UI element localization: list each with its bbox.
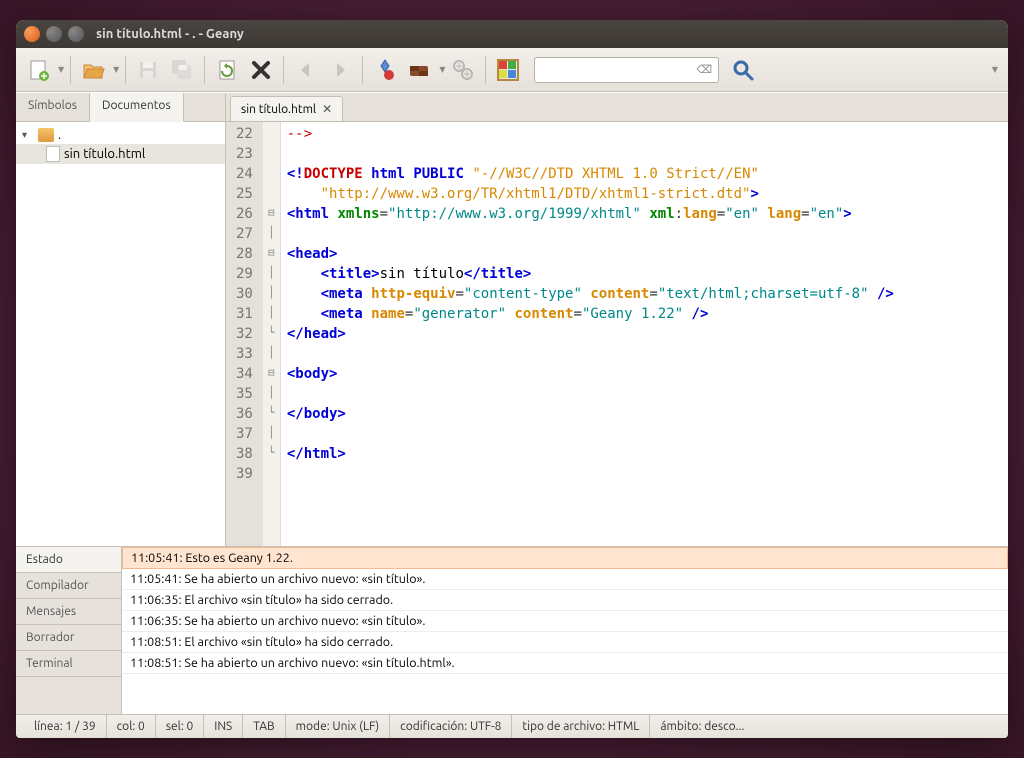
search-field[interactable]	[541, 63, 696, 77]
message-tab-compilador[interactable]: Compilador	[16, 573, 121, 599]
message-tabs: EstadoCompiladorMensajesBorradorTerminal	[16, 547, 122, 714]
titlebar[interactable]: sin título.html - . - Geany	[16, 20, 1008, 48]
main-area: Símbolos Documentos ▾ . sin título.html …	[16, 92, 1008, 546]
status-line: línea: 1 / 39	[24, 715, 107, 738]
maximize-icon[interactable]	[68, 26, 84, 42]
message-row[interactable]: 11:08:51: Se ha abierto un archivo nuevo…	[122, 653, 1008, 674]
message-panel: EstadoCompiladorMensajesBorradorTerminal…	[16, 546, 1008, 714]
document-tabs: sin título.html ✕	[226, 93, 1008, 122]
tree-file-row[interactable]: sin título.html	[16, 144, 225, 164]
message-tab-mensajes[interactable]: Mensajes	[16, 599, 121, 625]
save-button[interactable]	[132, 54, 164, 86]
message-row[interactable]: 11:08:51: El archivo «sin título» ha sid…	[122, 632, 1008, 653]
app-window: sin título.html - . - Geany ▼ ▼	[16, 20, 1008, 738]
document-tree[interactable]: ▾ . sin título.html	[16, 122, 225, 546]
clear-icon[interactable]: ⌫	[696, 63, 712, 76]
statusbar: línea: 1 / 39 col: 0 sel: 0 INS TAB mode…	[16, 714, 1008, 738]
compile-button[interactable]	[369, 54, 401, 86]
message-row[interactable]: 11:05:41: Se ha abierto un archivo nuevo…	[122, 569, 1008, 590]
reload-button[interactable]	[211, 54, 243, 86]
status-ins: INS	[204, 715, 243, 738]
search-icon[interactable]	[727, 54, 759, 86]
build-button[interactable]	[403, 54, 435, 86]
tree-folder-row[interactable]: ▾ .	[16, 126, 225, 144]
line-gutter: 222324252627282930313233343536373839	[226, 122, 263, 546]
code-editor[interactable]: 222324252627282930313233343536373839 ⊟│⊟…	[226, 122, 1008, 546]
folder-icon	[38, 128, 54, 142]
message-row[interactable]: 11:06:35: Se ha abierto un archivo nuevo…	[122, 611, 1008, 632]
window-title: sin título.html - . - Geany	[96, 27, 244, 41]
toolbar: ▼ ▼ ▼	[16, 48, 1008, 92]
minimize-icon[interactable]	[46, 26, 62, 42]
new-file-button[interactable]	[22, 54, 54, 86]
close-icon[interactable]	[24, 26, 40, 42]
sidebar-tabs: Símbolos Documentos	[16, 93, 225, 122]
forward-button[interactable]	[324, 54, 356, 86]
editor-area: sin título.html ✕ 2223242526272829303132…	[226, 93, 1008, 546]
close-icon[interactable]: ✕	[322, 102, 332, 116]
tree-file-label: sin título.html	[64, 147, 145, 161]
open-file-button[interactable]	[77, 54, 109, 86]
status-sel: sel: 0	[156, 715, 204, 738]
search-input[interactable]: ⌫	[534, 57, 719, 83]
chevron-down-icon[interactable]: ▼	[439, 65, 445, 74]
save-all-button[interactable]	[166, 54, 198, 86]
window-controls	[24, 26, 84, 42]
status-mode: mode: Unix (LF)	[286, 715, 391, 738]
document-tab-label: sin título.html	[241, 103, 316, 116]
fold-column[interactable]: ⊟│⊟│││└│⊟│└│└	[263, 122, 281, 546]
status-encoding: codificación: UTF-8	[390, 715, 512, 738]
message-row[interactable]: 11:06:35: El archivo «sin título» ha sid…	[122, 590, 1008, 611]
sidebar-tab-documents[interactable]: Documentos	[90, 93, 184, 122]
chevron-down-icon[interactable]: ▼	[113, 65, 119, 74]
chevron-down-icon[interactable]: ▼	[992, 65, 998, 74]
code-body[interactable]: --> <!DOCTYPE html PUBLIC "-//W3C//DTD X…	[281, 122, 900, 546]
sidebar-tab-symbols[interactable]: Símbolos	[16, 93, 90, 121]
message-row[interactable]: 11:05:41: Esto es Geany 1.22.	[122, 547, 1008, 569]
status-col: col: 0	[107, 715, 156, 738]
status-filetype: tipo de archivo: HTML	[512, 715, 650, 738]
message-tab-borrador[interactable]: Borrador	[16, 625, 121, 651]
execute-button[interactable]	[447, 54, 479, 86]
chevron-down-icon[interactable]: ▼	[58, 65, 64, 74]
message-tab-estado[interactable]: Estado	[16, 547, 121, 573]
sidebar: Símbolos Documentos ▾ . sin título.html	[16, 93, 226, 546]
tree-collapse-icon[interactable]: ▾	[22, 129, 34, 141]
status-scope: ámbito: desco...	[650, 715, 754, 738]
message-tab-terminal[interactable]: Terminal	[16, 651, 121, 677]
color-chooser-button[interactable]	[492, 54, 524, 86]
file-icon	[46, 146, 60, 162]
document-tab[interactable]: sin título.html ✕	[230, 96, 343, 121]
tree-folder-label: .	[58, 128, 61, 142]
back-button[interactable]	[290, 54, 322, 86]
close-file-button[interactable]	[245, 54, 277, 86]
message-list[interactable]: 11:05:41: Esto es Geany 1.22.11:05:41: S…	[122, 547, 1008, 714]
status-tab: TAB	[243, 715, 285, 738]
